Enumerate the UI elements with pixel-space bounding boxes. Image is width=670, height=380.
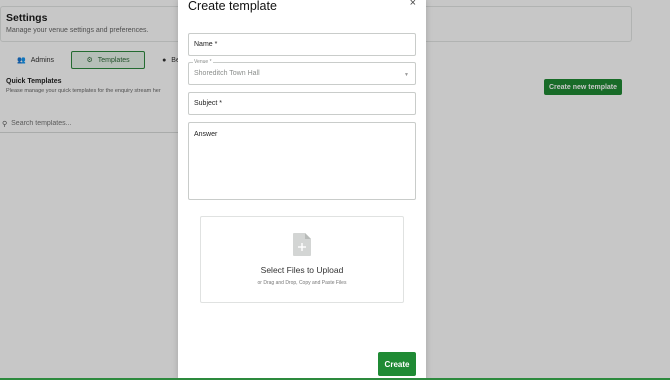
answer-placeholder: Answer bbox=[194, 131, 218, 138]
modal-title: Create template bbox=[188, 0, 277, 13]
name-field-placeholder: Name * bbox=[194, 41, 218, 48]
venue-select[interactable]: Shoreditch Town Hall ▼ bbox=[188, 62, 416, 85]
answer-textarea[interactable]: Answer bbox=[188, 122, 416, 200]
subject-field[interactable]: Subject * bbox=[188, 92, 416, 115]
file-upload-dropzone[interactable]: Select Files to Upload or Drag and Drop,… bbox=[200, 216, 404, 303]
upload-title: Select Files to Upload bbox=[260, 265, 344, 275]
chevron-down-icon: ▼ bbox=[404, 72, 409, 78]
venue-select-value: Shoreditch Town Hall bbox=[194, 70, 260, 77]
create-template-modal: Create template × Name * Shoreditch Town… bbox=[178, 0, 426, 380]
create-button[interactable]: Create bbox=[378, 352, 416, 376]
venue-label: Venue * bbox=[193, 59, 213, 65]
subject-field-placeholder: Subject * bbox=[194, 100, 223, 107]
upload-subtitle: or Drag and Drop, Copy and Paste Files bbox=[257, 280, 347, 286]
close-icon[interactable]: × bbox=[410, 0, 416, 9]
file-add-icon bbox=[293, 233, 311, 256]
name-field[interactable]: Name * bbox=[188, 33, 416, 56]
